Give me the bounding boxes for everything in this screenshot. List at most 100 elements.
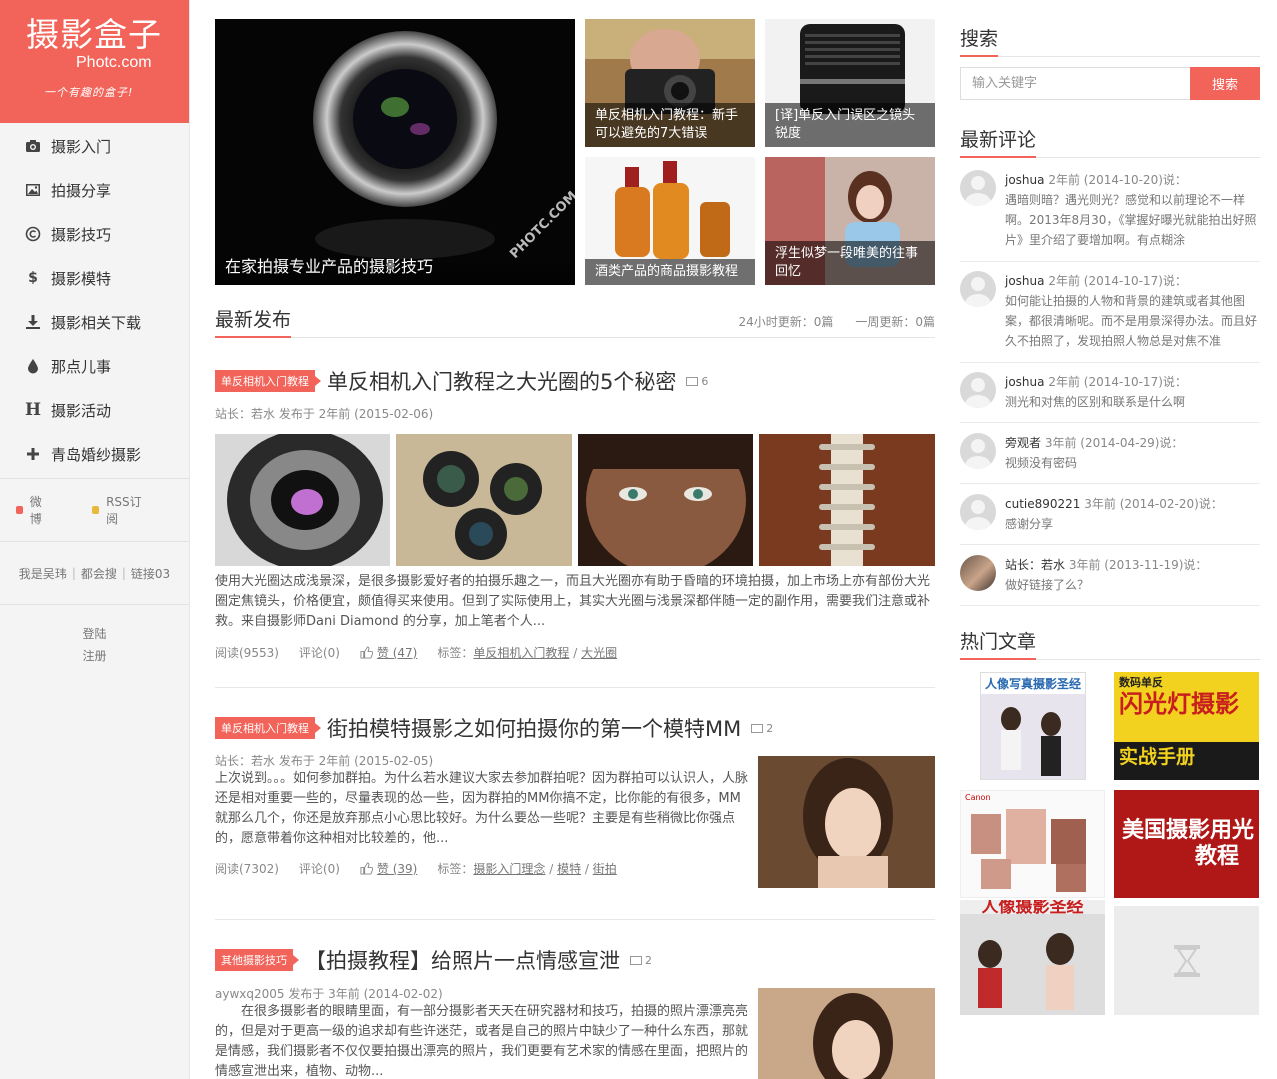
nav-item-events[interactable]: H 摄影活动 bbox=[0, 388, 189, 432]
comment-time: 3年前 (2013-11-19)说： bbox=[1068, 558, 1208, 572]
post-excerpt: 使用大光圈达成浅景深，是很多摄影爱好者的拍摄乐趣之一，而且大光圈亦有助于昏暗的环… bbox=[215, 574, 931, 629]
auth-links: 登陆 注册 bbox=[0, 605, 189, 667]
read-count: 阅读(9553) bbox=[215, 646, 279, 660]
login-link[interactable]: 登陆 bbox=[0, 623, 189, 645]
comment-text[interactable]: 遇暗则暗？遇光则光？感觉和以前理论不一样啊。2013年8月30，《掌握好曝光就能… bbox=[1005, 190, 1260, 250]
search-form: 搜索 bbox=[960, 67, 1260, 100]
nav-item-models[interactable]: $ 摄影模特 bbox=[0, 256, 189, 300]
comment-author[interactable]: joshua bbox=[1005, 173, 1045, 187]
post-tags: 标签：单反相机入门教程 / 大光圈 bbox=[437, 646, 618, 660]
post-body: 站长：若水 发布于 2年前 (2015-02-05) 上次说到。。。如何参加群拍… bbox=[215, 752, 750, 877]
thumb-up-icon bbox=[360, 646, 373, 659]
comment-item: joshua 2年前 (2014-10-17)说： 测光和对焦的区别和联系是什么啊 bbox=[960, 372, 1260, 423]
gallery-image[interactable] bbox=[759, 434, 935, 566]
gallery-image[interactable] bbox=[578, 434, 753, 566]
photo-count: 6 bbox=[686, 375, 708, 388]
avatar bbox=[960, 555, 996, 591]
comment-author[interactable]: 站长：若水 bbox=[1005, 558, 1065, 572]
comment-author[interactable]: joshua bbox=[1005, 274, 1045, 288]
comments-header: 最新评论 bbox=[960, 128, 1260, 158]
comment-author[interactable]: joshua bbox=[1005, 375, 1045, 389]
post-title[interactable]: 单反相机入门教程之大光圈的5个秘密 bbox=[327, 366, 676, 396]
photo-count: 2 bbox=[751, 722, 773, 735]
search-button[interactable]: 搜索 bbox=[1190, 67, 1260, 100]
comment-author[interactable]: cutie890221 bbox=[1005, 497, 1080, 511]
nav-item-share[interactable]: 拍摄分享 bbox=[0, 168, 189, 212]
comment-item: joshua 2年前 (2014-10-17)说： 如何能让拍摄的人物和背景的建筑… bbox=[960, 271, 1260, 363]
featured-item[interactable]: 浮生似梦一段唯美的往事回忆 bbox=[765, 157, 935, 285]
hot-article[interactable]: 人像摄影圣经 bbox=[960, 900, 1105, 1015]
gallery-image[interactable] bbox=[396, 434, 572, 566]
photo-count: 2 bbox=[630, 954, 652, 967]
nav-label: 摄影入门 bbox=[51, 137, 112, 156]
featured-item[interactable]: 酒类产品的商品摄影教程 bbox=[585, 157, 755, 285]
hot-article-placeholder[interactable] bbox=[1114, 906, 1259, 1015]
category-badge[interactable]: 单反相机入门教程 bbox=[215, 717, 321, 739]
featured-main[interactable]: PHOTC.COM 在家拍摄专业产品的摄影技巧 bbox=[215, 19, 575, 285]
post-title[interactable]: 【拍摄教程】给照片一点情感宣泄 bbox=[305, 945, 620, 975]
nav-item-skills[interactable]: 摄影技巧 bbox=[0, 212, 189, 256]
footer-link[interactable]: 都会搜 bbox=[81, 565, 117, 582]
nav-item-basics[interactable]: 摄影入门 bbox=[0, 124, 189, 168]
nav-label: 摄影活动 bbox=[51, 401, 112, 420]
category-badge[interactable]: 其他摄影技巧 bbox=[215, 949, 299, 971]
hot-article[interactable]: Canon bbox=[960, 790, 1105, 898]
like-button[interactable]: 赞 (47) bbox=[360, 644, 417, 661]
photo-icon bbox=[751, 723, 764, 733]
comment-text[interactable]: 测光和对焦的区别和联系是什么啊 bbox=[1005, 392, 1260, 412]
tag-link[interactable]: 模特 bbox=[557, 862, 581, 876]
social-links: 微博 RSS订阅 bbox=[0, 479, 189, 541]
tag-link[interactable]: 单反相机入门教程 bbox=[473, 646, 569, 660]
nav-item-stories[interactable]: 那点儿事 bbox=[0, 344, 189, 388]
footer-link[interactable]: 我是吴玮 bbox=[19, 565, 67, 582]
tag-link[interactable]: 街拍 bbox=[593, 862, 617, 876]
post-item: 单反相机入门教程 单反相机入门教程之大光圈的5个秘密 6 站长：若水 发布于 2… bbox=[215, 366, 935, 422]
post-thumbnail[interactable] bbox=[758, 988, 935, 1079]
comment-text[interactable]: 如何能让拍摄的人物和背景的建筑或者其他图案，都很清晰呢。而不是用景深得办法。而且… bbox=[1005, 291, 1260, 351]
post-title[interactable]: 街拍模特摄影之如何拍摄你的第一个模特MM bbox=[327, 713, 741, 743]
weibo-link[interactable]: 微博 bbox=[16, 493, 50, 527]
nav-label: 青岛婚纱摄影 bbox=[51, 445, 142, 464]
comment-author[interactable]: 旁观者 bbox=[1005, 436, 1041, 450]
comment-item: cutie890221 3年前 (2014-02-20)说： 感谢分享 bbox=[960, 494, 1260, 545]
featured-item[interactable]: 单反相机入门教程：新手可以避免的7大错误 bbox=[585, 19, 755, 147]
post-stats: 阅读(7302) 评论(0) 赞 (39) 标签：摄影入门理念 / 模特 / 街… bbox=[215, 860, 750, 877]
nav-label: 那点儿事 bbox=[51, 357, 112, 376]
update-stats: 24小时更新：0篇 一周更新：0篇 bbox=[738, 315, 935, 329]
logo-name-cn: 摄影盒子 bbox=[26, 15, 162, 54]
download-icon bbox=[24, 313, 42, 331]
register-link[interactable]: 注册 bbox=[0, 645, 189, 667]
avatar bbox=[960, 271, 996, 307]
post-byline: 站长：若水 发布于 2年前 (2015-02-05) bbox=[215, 754, 434, 768]
post-thumbnail[interactable] bbox=[758, 756, 935, 888]
thumb-up-icon bbox=[360, 862, 373, 875]
hot-header: 热门文章 bbox=[960, 630, 1260, 660]
comment-text[interactable]: 感谢分享 bbox=[1005, 514, 1260, 534]
comment-text[interactable]: 视频没有密码 bbox=[1005, 453, 1260, 473]
book-title: 美国摄影用光 bbox=[1122, 818, 1255, 843]
search-input[interactable] bbox=[960, 67, 1190, 100]
nav-item-downloads[interactable]: 摄影相关下载 bbox=[0, 300, 189, 344]
comment-count[interactable]: 评论(0) bbox=[299, 644, 340, 661]
comment-text[interactable]: 做好链接了么？ bbox=[1005, 575, 1260, 595]
comment-count[interactable]: 评论(0) bbox=[299, 860, 340, 877]
gallery-image[interactable] bbox=[215, 434, 390, 566]
hot-article[interactable]: 人像写真摄影圣经 bbox=[980, 672, 1086, 780]
like-button[interactable]: 赞 (39) bbox=[360, 860, 417, 877]
tag-link[interactable]: 摄影入门理念 bbox=[473, 862, 545, 876]
footer-link[interactable]: 链接03 bbox=[131, 565, 170, 582]
hourglass-icon bbox=[1173, 944, 1200, 977]
book-top: 数码单反 bbox=[1119, 676, 1163, 689]
search-title: 搜索 bbox=[960, 24, 999, 57]
comment-time: 2年前 (2014-10-20)说： bbox=[1048, 173, 1187, 187]
hot-article[interactable]: 美国摄影用光 教程 bbox=[1114, 790, 1259, 898]
hot-article[interactable]: 数码单反 闪光灯摄影 实战手册 bbox=[1114, 672, 1259, 780]
tag-link[interactable]: 大光圈 bbox=[581, 646, 617, 660]
book-cover: 数码单反 闪光灯摄影 bbox=[1114, 672, 1259, 742]
featured-item[interactable]: [译]单反入门误区之镜头锐度 bbox=[765, 19, 935, 147]
category-badge[interactable]: 单反相机入门教程 bbox=[215, 370, 321, 392]
nav-item-wedding[interactable]: 青岛婚纱摄影 bbox=[0, 432, 189, 476]
site-logo[interactable]: 摄影盒子 Photc.com 一个有趣的盒子! bbox=[0, 0, 189, 123]
rss-link[interactable]: RSS订阅 bbox=[92, 493, 147, 527]
watermark-text: PHOTC.COM bbox=[507, 189, 575, 262]
